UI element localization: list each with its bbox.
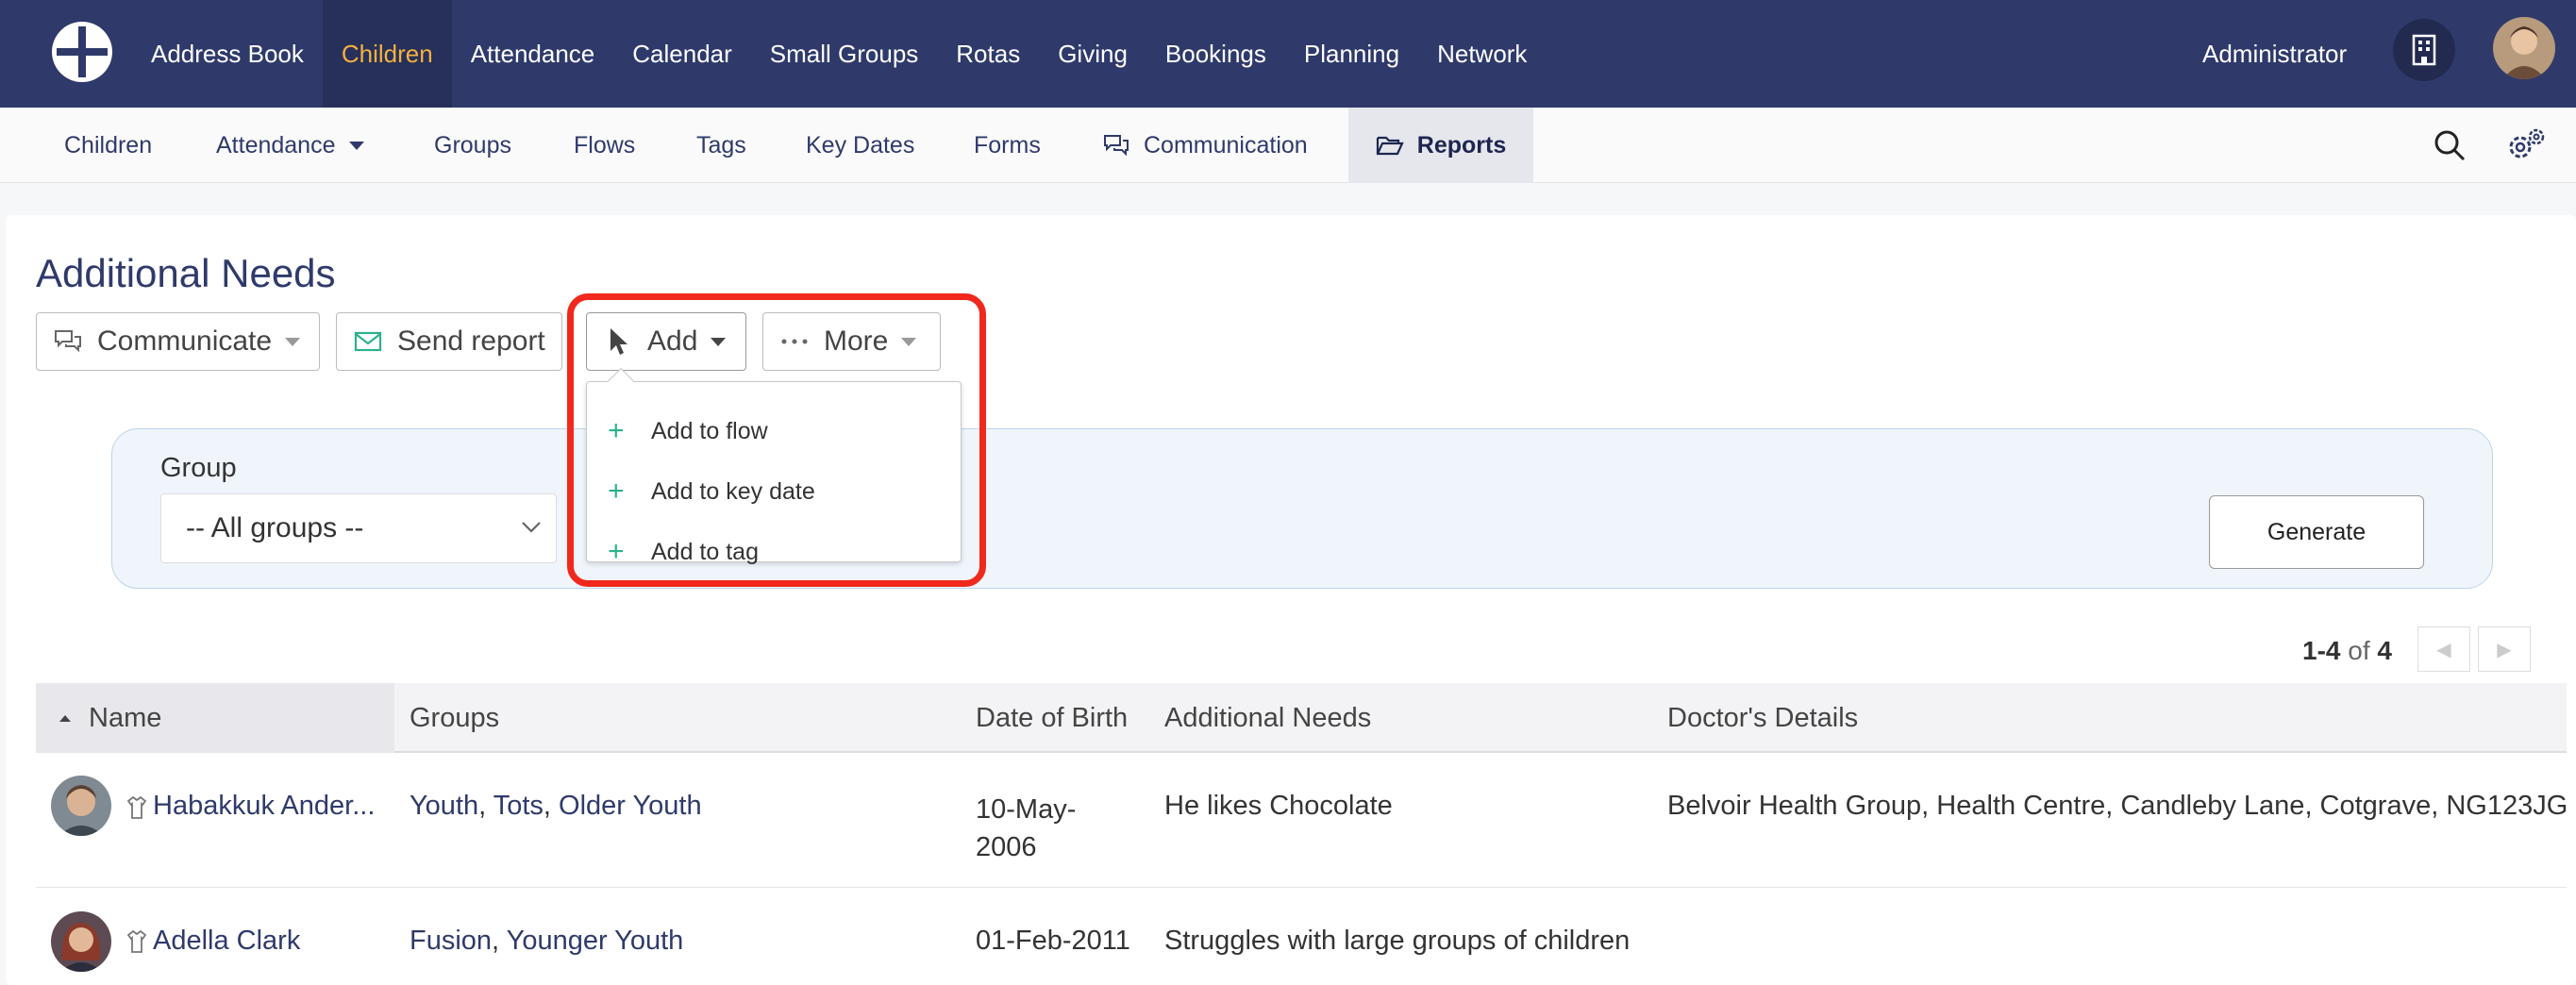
- chat-bubbles-icon: [52, 326, 84, 358]
- group-link[interactable]: Tots: [493, 791, 544, 821]
- top-nav-planning[interactable]: Planning: [1285, 0, 1418, 108]
- group-link[interactable]: Older Youth: [559, 791, 702, 821]
- building-icon[interactable]: [2393, 19, 2455, 81]
- send-report-button[interactable]: Send report: [336, 312, 562, 371]
- chevron-left-icon: ◀: [2436, 639, 2451, 660]
- previous-page-button[interactable]: ◀: [2417, 626, 2470, 672]
- column-header-name[interactable]: Name: [59, 683, 161, 753]
- top-nav-calendar[interactable]: Calendar: [613, 0, 751, 108]
- page-title: Additional Needs: [36, 251, 336, 295]
- subnav-attendance[interactable]: Attendance: [197, 108, 383, 183]
- gear-icon[interactable]: [2505, 126, 2547, 164]
- top-nav-menu: Address Book Children Attendance Calenda…: [132, 0, 1546, 108]
- annotation-highlight-box: [567, 293, 986, 587]
- pagination-of: of: [2348, 636, 2370, 665]
- chevron-down-icon: [348, 141, 364, 150]
- doctors-details-cell: Belvoir Health Group, Health Centre, Can…: [1667, 791, 2568, 821]
- dob-line: 10-May-: [976, 794, 1077, 825]
- group-link[interactable]: Youth: [410, 791, 478, 821]
- person-name-link[interactable]: Habakkuk Ander...: [153, 791, 375, 822]
- pagination-total: 4: [2377, 636, 2392, 665]
- column-header-groups[interactable]: Groups: [410, 683, 499, 753]
- top-nav-network[interactable]: Network: [1418, 0, 1546, 108]
- group-select-value: -- All groups --: [186, 512, 364, 543]
- subnav-tags[interactable]: Tags: [677, 108, 765, 183]
- column-header-label: Name: [89, 702, 162, 733]
- subnav-communication-label: Communication: [1144, 131, 1308, 159]
- group-link[interactable]: Younger Youth: [507, 926, 684, 956]
- subnav-children[interactable]: Children: [45, 108, 171, 183]
- column-header-doctors-details[interactable]: Doctor's Details: [1667, 683, 1858, 753]
- additional-needs-cell: Struggles with large groups of children: [1164, 926, 1631, 956]
- subnav-communication[interactable]: Communication: [1083, 108, 1327, 183]
- date-of-birth-cell: 01-Feb-2011: [976, 926, 1130, 956]
- dob-line: 2006: [976, 832, 1037, 862]
- folder-open-icon: [1376, 136, 1404, 156]
- top-nav-small-groups[interactable]: Small Groups: [751, 0, 938, 108]
- column-header-date-of-birth[interactable]: Date of Birth: [976, 683, 1128, 753]
- subnav-forms[interactable]: Forms: [955, 108, 1060, 183]
- avatar[interactable]: [51, 911, 111, 972]
- pagination-summary: 1-4 of 4: [2302, 636, 2392, 666]
- chevron-right-icon: ▶: [2497, 639, 2512, 660]
- communicate-label: Communicate: [97, 326, 273, 357]
- top-nav-giving[interactable]: Giving: [1039, 0, 1146, 108]
- envelope-icon: [352, 326, 384, 358]
- chat-bubbles-icon: [1104, 135, 1129, 157]
- subnav-attendance-label: Attendance: [216, 131, 336, 159]
- sort-ascending-icon: [59, 715, 71, 722]
- send-report-label: Send report: [397, 326, 545, 357]
- search-icon[interactable]: [2433, 128, 2467, 162]
- person-name-link[interactable]: Adella Clark: [153, 926, 300, 957]
- groups-cell: Fusion, Younger Youth: [410, 926, 684, 956]
- communicate-button[interactable]: Communicate: [36, 312, 320, 371]
- group-select[interactable]: -- All groups --: [160, 493, 557, 563]
- top-nav-attendance[interactable]: Attendance: [452, 0, 614, 108]
- row-divider: [36, 887, 2567, 888]
- top-nav-address-book[interactable]: Address Book: [132, 0, 323, 108]
- additional-needs-cell: He likes Chocolate: [1164, 791, 1393, 821]
- shirt-icon: [126, 795, 147, 819]
- subnav-key-dates[interactable]: Key Dates: [787, 108, 933, 183]
- app-logo-icon[interactable]: [49, 19, 115, 85]
- pagination-range: 1-4: [2302, 636, 2341, 665]
- top-nav-children[interactable]: Children: [322, 0, 452, 108]
- subnav-reports[interactable]: Reports: [1348, 108, 1533, 183]
- subnav-groups[interactable]: Groups: [415, 108, 530, 183]
- group-filter-label: Group: [160, 453, 237, 483]
- shirt-icon: [126, 929, 147, 953]
- top-navigation-bar: Address Book Children Attendance Calenda…: [0, 0, 2576, 108]
- subnav-reports-label: Reports: [1416, 131, 1507, 159]
- column-header-additional-needs[interactable]: Additional Needs: [1164, 683, 1371, 753]
- group-link[interactable]: Fusion: [410, 926, 492, 956]
- subnav-flows[interactable]: Flows: [555, 108, 654, 183]
- children-sub-navigation: Children Attendance Groups Flows Tags Ke…: [0, 108, 2576, 183]
- chevron-down-icon: [285, 337, 301, 346]
- top-nav-bookings[interactable]: Bookings: [1146, 0, 1285, 108]
- chevron-down-icon: [522, 522, 541, 533]
- current-user-name[interactable]: Administrator: [2202, 0, 2347, 108]
- top-nav-rotas[interactable]: Rotas: [937, 0, 1039, 108]
- avatar[interactable]: [51, 776, 111, 836]
- next-page-button[interactable]: ▶: [2478, 626, 2531, 672]
- user-avatar[interactable]: [2493, 17, 2555, 79]
- groups-cell: Youth, Tots, Older Youth: [410, 791, 702, 821]
- date-of-birth-cell: 10-May- 2006: [976, 791, 1076, 866]
- generate-button[interactable]: Generate: [2209, 495, 2424, 569]
